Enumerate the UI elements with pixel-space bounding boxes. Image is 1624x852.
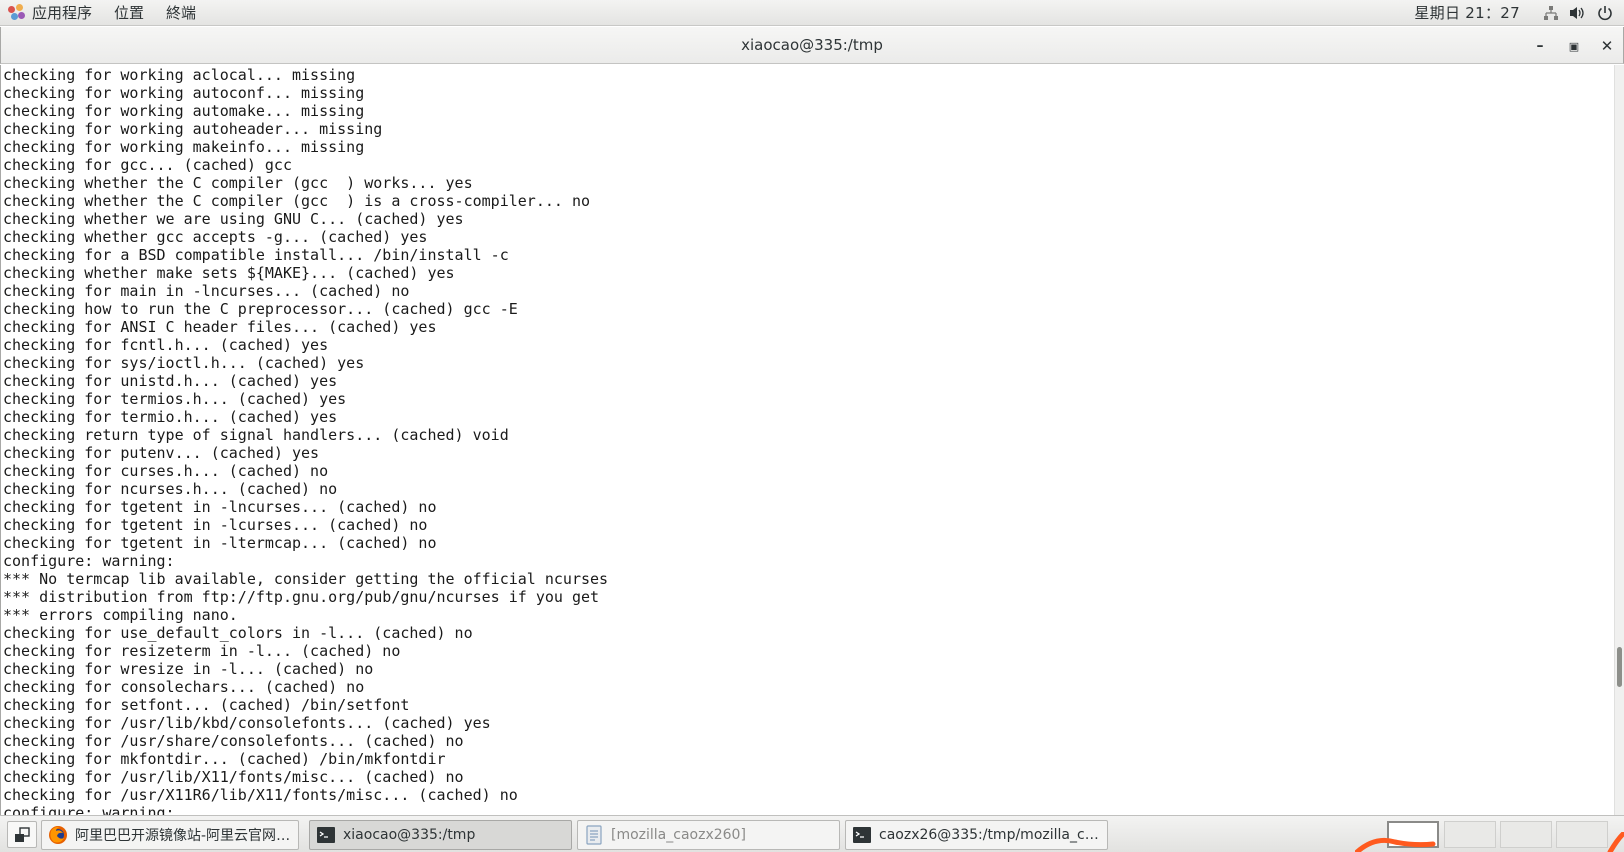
task-button-firefox[interactable]: 阿里巴巴开源镜像站-阿里云官网开... — [41, 820, 299, 850]
terminal-line: configure: warning: — [3, 552, 175, 570]
terminal-icon — [317, 827, 335, 843]
terminal-line: checking whether make sets ${MAKE}... (c… — [3, 264, 455, 282]
task-label-terminal: xiaocao@335:/tmp — [343, 827, 476, 843]
terminal-line: *** No termcap lib available, consider g… — [3, 570, 609, 588]
minimize-button[interactable]: – — [1529, 35, 1551, 57]
applications-menu[interactable]: 应用程序 — [0, 0, 106, 26]
terminal-menu-label: 終端 — [166, 4, 197, 22]
terminal-line: checking return type of signal handlers.… — [3, 426, 509, 444]
task-button-file-manager[interactable]: [mozilla_caozx260] — [577, 820, 840, 850]
terminal-line: checking for tgetent in -lcurses... (cac… — [3, 516, 428, 534]
task-button-terminal-active[interactable]: xiaocao@335:/tmp — [309, 820, 572, 850]
task-button-terminal-2[interactable]: caozx26@335:/tmp/mozilla_caozx… — [845, 820, 1108, 850]
terminal-line: checking for sys/ioctl.h... (cached) yes — [3, 354, 365, 372]
maximize-button[interactable]: ▣ — [1563, 35, 1585, 57]
minimize-icon: – — [1536, 38, 1544, 54]
annotation-scribble — [1355, 832, 1624, 852]
terminal-output: checking for working aclocal... missing c… — [3, 66, 1603, 815]
terminal-line: checking for curses.h... (cached) no — [3, 462, 329, 480]
terminal-line: checking for gcc... (cached) gcc — [3, 156, 292, 174]
terminal-line: checking for termios.h... (cached) yes — [3, 390, 347, 408]
show-desktop-button[interactable] — [7, 821, 37, 848]
terminal-line: checking for working automake... missing — [3, 102, 365, 120]
file-manager-icon — [586, 825, 602, 845]
terminal-line: checking whether gcc accepts -g... (cach… — [3, 228, 428, 246]
terminal-line: checking for /usr/X11R6/lib/X11/fonts/mi… — [3, 786, 518, 804]
terminal-menu[interactable]: 終端 — [158, 0, 210, 26]
terminal-line: checking for use_default_colors in -l...… — [3, 624, 473, 642]
scrollbar-thumb[interactable] — [1617, 647, 1622, 687]
terminal-line: checking for mkfontdir... (cached) /bin/… — [3, 750, 446, 768]
applications-menu-label: 应用程序 — [32, 4, 93, 22]
terminal-line: checking for main in -lncurses... (cache… — [3, 282, 410, 300]
terminal-line: checking for resizeterm in -l... (cached… — [3, 642, 401, 660]
places-menu[interactable]: 位置 — [106, 0, 158, 26]
terminal-line: checking for wresize in -l... (cached) n… — [3, 660, 374, 678]
maximize-icon: ▣ — [1568, 39, 1580, 53]
task-label-terminal-2: caozx26@335:/tmp/mozilla_caozx… — [879, 827, 1107, 843]
task-label-firefox: 阿里巴巴开源镜像站-阿里云官网开... — [75, 828, 298, 844]
task-label-file-manager: [mozilla_caozx260] — [611, 827, 746, 843]
terminal-view[interactable]: checking for working aclocal... missing c… — [0, 65, 1624, 815]
firefox-icon — [49, 826, 67, 844]
terminal-line: checking for putenv... (cached) yes — [3, 444, 320, 462]
clock[interactable]: 星期日 21：27 — [1414, 2, 1520, 23]
terminal-line: checking for tgetent in -lncurses... (ca… — [3, 498, 437, 516]
terminal-line: checking for unistd.h... (cached) yes — [3, 372, 338, 390]
terminal-line: checking for working autoheader... missi… — [3, 120, 383, 138]
terminal-line: checking whether we are using GNU C... (… — [3, 210, 464, 228]
terminal-line: checking for a BSD compatible install...… — [3, 246, 509, 264]
window-title: xiaocao@335:/tmp — [741, 36, 883, 54]
terminal-line: checking for working autoconf... missing — [3, 84, 365, 102]
terminal-line: checking whether the C compiler (gcc ) i… — [3, 192, 590, 210]
terminal-line: checking for /usr/lib/X11/fonts/misc... … — [3, 768, 464, 786]
close-icon: ✕ — [1600, 37, 1614, 55]
applications-icon — [8, 3, 26, 22]
terminal-line: configure: warning: — [3, 804, 175, 815]
terminal-line: checking how to run the C preprocessor..… — [3, 300, 518, 318]
terminal-line: checking for /usr/lib/kbd/consolefonts..… — [3, 714, 491, 732]
window-titlebar[interactable]: xiaocao@335:/tmp – ▣ ✕ — [0, 27, 1624, 64]
top-panel: 应用程序 位置 終端 星期日 21：27 — [0, 0, 1624, 26]
terminal-line: checking for consolechars... (cached) no — [3, 678, 365, 696]
terminal-line: checking for fcntl.h... (cached) yes — [3, 336, 329, 354]
terminal-icon — [853, 827, 871, 843]
show-desktop-icon — [15, 826, 30, 842]
terminal-line: checking for working aclocal... missing — [3, 66, 356, 84]
terminal-line: checking for setfont... (cached) /bin/se… — [3, 696, 410, 714]
terminal-line: checking for working makeinfo... missing — [3, 138, 365, 156]
close-button[interactable]: ✕ — [1596, 35, 1618, 57]
terminal-line: checking for /usr/share/consolefonts... … — [3, 732, 464, 750]
terminal-line: *** distribution from ftp://ftp.gnu.org/… — [3, 588, 600, 606]
terminal-line: checking for termio.h... (cached) yes — [3, 408, 338, 426]
volume-icon[interactable] — [1569, 4, 1587, 22]
power-icon[interactable] — [1596, 4, 1614, 22]
terminal-line: *** errors compiling nano. — [3, 606, 238, 624]
terminal-scrollbar[interactable] — [1614, 65, 1624, 815]
terminal-line: checking whether the C compiler (gcc ) w… — [3, 174, 473, 192]
terminal-line: checking for ncurses.h... (cached) no — [3, 480, 338, 498]
places-menu-label: 位置 — [114, 4, 145, 22]
terminal-line: checking for ANSI C header files... (cac… — [3, 318, 437, 336]
terminal-line: checking for tgetent in -ltermcap... (ca… — [3, 534, 437, 552]
network-icon[interactable] — [1542, 4, 1560, 22]
